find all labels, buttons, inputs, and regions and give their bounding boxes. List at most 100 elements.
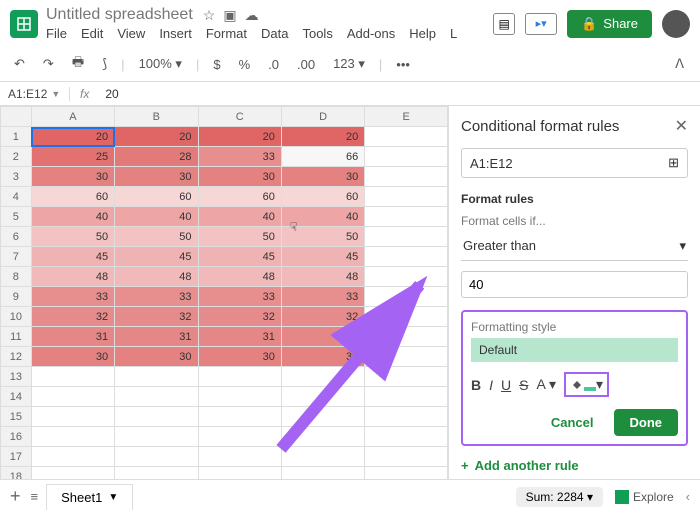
cell[interactable]	[115, 387, 198, 407]
row-header[interactable]: 5	[1, 207, 32, 227]
cell[interactable]	[31, 387, 114, 407]
cell[interactable]: 60	[198, 187, 281, 207]
text-color-btn[interactable]: A ▾	[536, 376, 555, 393]
cell[interactable]: 30	[31, 347, 114, 367]
underline-btn[interactable]: U	[501, 377, 511, 393]
cell[interactable]: 32	[115, 307, 198, 327]
range-input[interactable]: A1:E12 ⊞	[461, 148, 688, 178]
avatar[interactable]	[662, 10, 690, 38]
cell[interactable]: 33	[198, 287, 281, 307]
cell[interactable]	[365, 247, 448, 267]
cell[interactable]: 60	[115, 187, 198, 207]
cell[interactable]: 20	[31, 127, 114, 147]
side-panel-toggle-icon[interactable]: ‹	[686, 489, 690, 504]
cell[interactable]: 20	[198, 127, 281, 147]
row-header[interactable]: 3	[1, 167, 32, 187]
row-header[interactable]: 2	[1, 147, 32, 167]
row-header[interactable]: 10	[1, 307, 32, 327]
row-header[interactable]: 12	[1, 347, 32, 367]
fill-color-btn[interactable]: ▾	[564, 372, 609, 397]
cell[interactable]: 31	[115, 327, 198, 347]
quicksum[interactable]: Sum: 2284 ▾	[516, 487, 603, 507]
menu-addons[interactable]: Add-ons	[347, 26, 395, 41]
col-header[interactable]: D	[281, 107, 364, 127]
dec-dec-btn[interactable]: .0	[264, 55, 283, 74]
explore-button[interactable]: Explore	[615, 490, 674, 504]
row-header[interactable]: 13	[1, 367, 32, 387]
cell[interactable]	[31, 367, 114, 387]
cell[interactable]: 50	[198, 227, 281, 247]
row-header[interactable]: 14	[1, 387, 32, 407]
cell[interactable]: 32	[198, 307, 281, 327]
cell[interactable]: 40	[31, 207, 114, 227]
cell[interactable]	[115, 367, 198, 387]
row-header[interactable]: 11	[1, 327, 32, 347]
close-icon[interactable]: ✕	[675, 116, 688, 136]
formula-input[interactable]: 20	[99, 87, 124, 101]
row-header[interactable]: 4	[1, 187, 32, 207]
toolbar-more[interactable]: •••	[392, 55, 414, 74]
cell[interactable]: 45	[31, 247, 114, 267]
cell[interactable]	[115, 447, 198, 467]
cell[interactable]	[115, 407, 198, 427]
cell[interactable]	[365, 447, 448, 467]
cell[interactable]	[31, 447, 114, 467]
strike-btn[interactable]: S	[519, 377, 528, 393]
cell[interactable]: 40	[198, 207, 281, 227]
menu-insert[interactable]: Insert	[159, 26, 192, 41]
menu-format[interactable]: Format	[206, 26, 247, 41]
cell[interactable]: 45	[281, 247, 364, 267]
meet-icon[interactable]: ▸▾	[525, 13, 557, 35]
cell[interactable]	[365, 187, 448, 207]
cell[interactable]: 30	[198, 167, 281, 187]
cell[interactable]: 30	[115, 347, 198, 367]
row-header[interactable]: 9	[1, 287, 32, 307]
cell[interactable]: 60	[281, 187, 364, 207]
cell[interactable]: 48	[115, 267, 198, 287]
row-header[interactable]: 6	[1, 227, 32, 247]
add-rule-button[interactable]: + Add another rule	[461, 458, 688, 473]
star-icon[interactable]: ☆	[203, 7, 216, 24]
row-header[interactable]: 15	[1, 407, 32, 427]
zoom-select[interactable]: 100% ▾	[135, 54, 186, 74]
toolbar-collapse-icon[interactable]: ᐱ	[675, 56, 690, 72]
cell[interactable]: 60	[31, 187, 114, 207]
menu-file[interactable]: File	[46, 26, 67, 41]
menu-edit[interactable]: Edit	[81, 26, 103, 41]
grid-select-icon[interactable]: ⊞	[668, 155, 679, 171]
row-header[interactable]: 16	[1, 427, 32, 447]
cell[interactable]: 32	[31, 307, 114, 327]
cell[interactable]: 33	[31, 287, 114, 307]
cell[interactable]	[365, 227, 448, 247]
cell[interactable]: 33	[198, 147, 281, 167]
cell[interactable]	[365, 427, 448, 447]
menu-data[interactable]: Data	[261, 26, 288, 41]
cell[interactable]: 48	[281, 267, 364, 287]
add-sheet-icon[interactable]: +	[10, 486, 21, 507]
cell[interactable]	[365, 147, 448, 167]
cell[interactable]: 33	[115, 287, 198, 307]
row-header[interactable]: 1	[1, 127, 32, 147]
cell[interactable]: 28	[115, 147, 198, 167]
cell[interactable]: 20	[281, 127, 364, 147]
italic-btn[interactable]: I	[489, 377, 493, 393]
cell[interactable]: 50	[115, 227, 198, 247]
cell[interactable]: 45	[115, 247, 198, 267]
cell[interactable]	[198, 447, 281, 467]
cell[interactable]	[365, 127, 448, 147]
menu-view[interactable]: View	[117, 26, 145, 41]
percent-btn[interactable]: %	[235, 55, 255, 74]
cell[interactable]: 40	[115, 207, 198, 227]
cell[interactable]: 48	[198, 267, 281, 287]
cell[interactable]: 31	[31, 327, 114, 347]
cell[interactable]	[31, 427, 114, 447]
row-header[interactable]: 7	[1, 247, 32, 267]
cell[interactable]: 50	[31, 227, 114, 247]
doc-title[interactable]: Untitled spreadsheet	[46, 6, 193, 24]
cell[interactable]	[365, 207, 448, 227]
row-header[interactable]: 17	[1, 447, 32, 467]
cell[interactable]: 30	[115, 167, 198, 187]
row-header[interactable]: 8	[1, 267, 32, 287]
undo-icon[interactable]: ↶	[10, 54, 29, 74]
threshold-input[interactable]	[461, 271, 688, 298]
